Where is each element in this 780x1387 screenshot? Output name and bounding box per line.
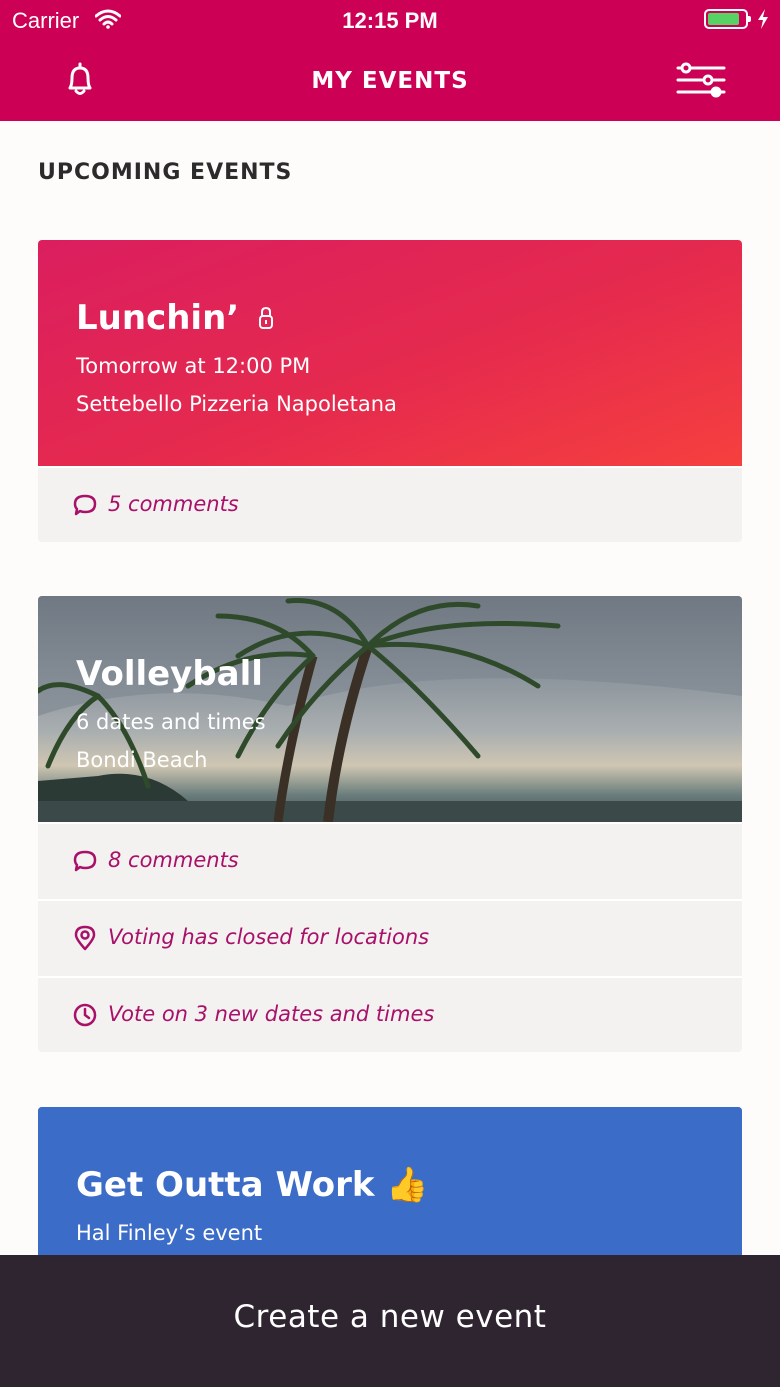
dates-voting-row[interactable]: Vote on 3 new dates and times bbox=[38, 976, 742, 1052]
create-event-label: Create a new event bbox=[233, 1299, 547, 1335]
event-title: Get Outta Work 👍 bbox=[76, 1165, 429, 1205]
event-dates: 6 dates and times bbox=[76, 710, 266, 734]
thumbs-up-icon: 👍 bbox=[386, 1165, 429, 1205]
comment-icon bbox=[73, 494, 97, 516]
event-card-volleyball[interactable]: Volleyball 6 dates and times Bondi Beach… bbox=[38, 596, 742, 1052]
event-location: Settebello Pizzeria Napoletana bbox=[76, 392, 397, 416]
dates-voting-label: Vote on 3 new dates and times bbox=[108, 1002, 435, 1026]
event-header[interactable]: Lunchin’ Tomorrow at 12:00 PM Settebello… bbox=[38, 240, 742, 466]
event-location: Bondi Beach bbox=[76, 748, 208, 772]
comments-label: 8 comments bbox=[108, 848, 239, 872]
event-time: Tomorrow at 12:00 PM bbox=[76, 354, 311, 378]
battery-icon bbox=[704, 9, 751, 29]
clock-icon bbox=[73, 1003, 97, 1027]
comment-icon bbox=[73, 850, 97, 872]
event-host: Hal Finley’s event bbox=[76, 1221, 263, 1245]
comments-label: 5 comments bbox=[108, 492, 239, 516]
comments-row[interactable]: 5 comments bbox=[38, 466, 742, 542]
battery-level bbox=[708, 13, 739, 25]
page-title: MY EVENTS bbox=[311, 68, 469, 94]
filter-sliders-icon bbox=[676, 62, 726, 98]
event-title: Lunchin’ bbox=[76, 298, 275, 338]
location-voting-label: Voting has closed for locations bbox=[108, 925, 430, 949]
location-voting-row[interactable]: Voting has closed for locations bbox=[38, 899, 742, 976]
charging-bolt-icon bbox=[758, 9, 768, 29]
status-bar: Carrier 12:15 PM bbox=[0, 0, 780, 40]
event-card-lunchin[interactable]: Lunchin’ Tomorrow at 12:00 PM Settebello… bbox=[38, 240, 742, 542]
filter-button[interactable] bbox=[672, 58, 730, 102]
create-event-button[interactable]: Create a new event bbox=[0, 1255, 780, 1387]
location-pin-icon bbox=[74, 925, 96, 951]
section-title: UPCOMING EVENTS bbox=[38, 160, 293, 185]
lock-icon bbox=[259, 306, 274, 329]
clock-label: 12:15 PM bbox=[342, 8, 438, 33]
palm-trees-beach-photo bbox=[38, 596, 742, 822]
event-title: Volleyball bbox=[76, 654, 263, 694]
nav-bar: MY EVENTS bbox=[0, 40, 780, 121]
comments-row[interactable]: 8 comments bbox=[38, 822, 742, 899]
event-header[interactable]: Volleyball 6 dates and times Bondi Beach bbox=[38, 596, 742, 822]
